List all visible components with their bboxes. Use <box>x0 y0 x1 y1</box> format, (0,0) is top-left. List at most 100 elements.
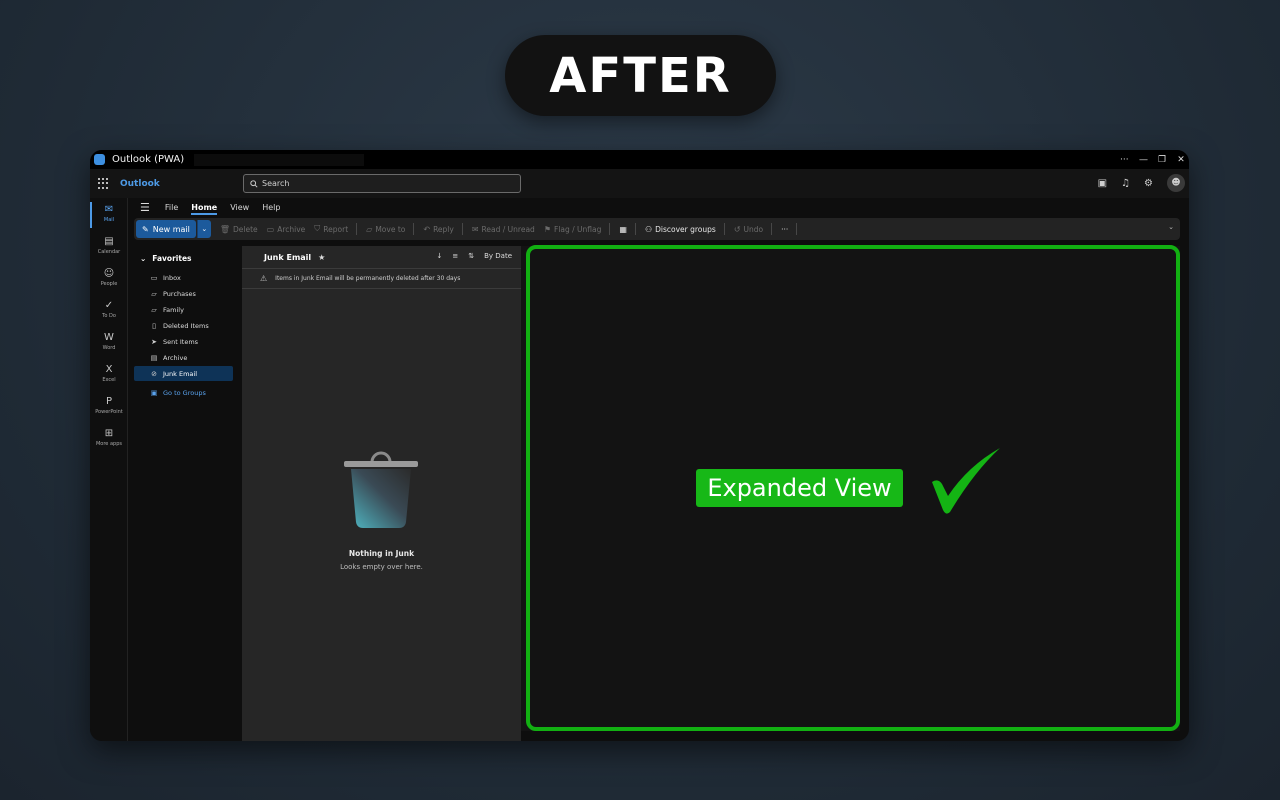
warning-icon: ⚠ <box>260 274 268 283</box>
envelope-icon: ✉ <box>471 224 479 234</box>
title-bar: Outlook (PWA) ··· — ❐ ✕ <box>90 150 1189 169</box>
trash-icon: ▯ <box>152 321 156 330</box>
delete-button[interactable]: 🗑︎ Delete <box>220 225 258 234</box>
send-icon: ➤ <box>151 337 157 346</box>
new-mail-dropdown[interactable]: ⌄ <box>196 220 211 238</box>
rail-label: To Do <box>102 313 116 319</box>
word-icon: W <box>104 332 114 343</box>
window-more-button[interactable]: ··· <box>1120 155 1129 165</box>
folder-family[interactable]: ▱ Family <box>134 302 233 317</box>
rail-item-todo[interactable]: ✓ To Do <box>90 300 128 319</box>
reply-button[interactable]: ↶ Reply <box>423 225 453 234</box>
menu-icon[interactable]: ☰ <box>140 201 150 214</box>
ribbon-collapse-icon[interactable]: ⌄ <box>1168 223 1174 231</box>
immersive-reader-button[interactable]: ▦ <box>619 225 627 234</box>
folder-pane: ⌄ Favorites ▭ Inbox ▱ Purchases ▱ Family… <box>134 246 233 741</box>
window-controls: ··· — ❐ ✕ <box>1120 150 1185 169</box>
filter-icon[interactable]: ≡ <box>452 252 458 260</box>
toolbar-divider <box>723 223 725 235</box>
app-launcher-icon[interactable] <box>98 177 110 190</box>
go-to-groups-link[interactable]: ▣ Go to Groups <box>134 385 233 400</box>
folder-inbox[interactable]: ▭ Inbox <box>134 270 233 285</box>
powerpoint-icon: P <box>105 396 113 407</box>
top-bar-actions: ▣ ♫ ⚙ ☻ <box>1098 174 1185 192</box>
rail-item-calendar[interactable]: ▤ Calendar <box>90 236 128 255</box>
notice-text: Items in Junk Email will be permanently … <box>275 275 461 282</box>
avatar[interactable]: ☻ <box>1167 174 1185 192</box>
discover-groups-button[interactable]: ⚇ Discover groups <box>645 225 716 234</box>
more-commands-button[interactable]: ··· <box>781 225 788 234</box>
folder-label: Family <box>163 305 184 314</box>
favorites-header[interactable]: ⌄ Favorites <box>140 254 192 263</box>
trash-icon: 🗑︎ <box>219 224 230 234</box>
brand-name[interactable]: Outlook <box>120 179 160 189</box>
folder-junk-email[interactable]: ⊘ Junk Email <box>134 366 233 381</box>
compose-icon: ✎ <box>142 224 149 234</box>
delete-label: Delete <box>233 224 258 234</box>
note-icon[interactable]: ▣ <box>1098 178 1107 189</box>
rail-item-people[interactable]: ☺ People <box>90 268 128 287</box>
folder-sent-items[interactable]: ➤ Sent Items <box>134 334 233 349</box>
sort-by-date[interactable]: By Date <box>484 252 512 260</box>
search-input[interactable]: Search <box>262 179 289 188</box>
reply-label: Reply <box>433 224 454 234</box>
toolbar-divider <box>796 223 798 235</box>
rail-label: Excel <box>102 377 116 383</box>
sort-icon[interactable]: ⇅ <box>468 252 474 260</box>
toolbar-divider <box>634 223 636 235</box>
move-to-button[interactable]: ▱ Move to <box>366 225 405 234</box>
report-button[interactable]: ⛉ Report <box>314 224 348 234</box>
folder-label: Purchases <box>163 289 196 298</box>
folder-purchases[interactable]: ▱ Purchases <box>134 286 233 301</box>
list-tools: ↓ ≡ ⇅ By Date <box>436 252 512 260</box>
tab-help[interactable]: Help <box>262 203 280 212</box>
rail-label: More apps <box>95 441 122 447</box>
rail-item-excel[interactable]: X Excel <box>90 364 128 383</box>
read-unread-button[interactable]: ✉ Read / Unread <box>472 225 535 234</box>
restore-button[interactable]: ❐ <box>1158 155 1166 165</box>
ribbon-tabs: ☰ File Home View Help <box>140 200 280 215</box>
folder-deleted-items[interactable]: ▯ Deleted Items <box>134 318 233 333</box>
gear-icon[interactable]: ⚙ <box>1144 178 1153 189</box>
junk-notice: ⚠ Items in Junk Email will be permanentl… <box>242 268 521 289</box>
check-icon: ✓ <box>104 300 114 311</box>
toolbar-divider <box>771 223 773 235</box>
rail-item-powerpoint[interactable]: P PowerPoint <box>90 396 128 415</box>
rail-label: Word <box>102 345 116 351</box>
reply-icon: ↶ <box>423 224 431 234</box>
undo-button[interactable]: ↺ Undo <box>734 225 763 234</box>
apps-icon: ⊞ <box>104 428 114 439</box>
calendar-icon: ▤ <box>104 236 114 247</box>
minimize-button[interactable]: — <box>1139 155 1148 165</box>
folder-icon: ▱ <box>151 305 157 314</box>
new-mail-button[interactable]: ✎ New mail <box>136 220 196 238</box>
rail-item-word[interactable]: W Word <box>90 332 128 351</box>
bell-icon[interactable]: ♫ <box>1121 178 1130 189</box>
trash-bin-illustration-icon <box>344 451 418 528</box>
app-rail: ✉ Mail ▤ Calendar ☺ People ✓ To Do W Wor… <box>90 198 128 741</box>
flag-button[interactable]: ⚑ Flag / Unflag <box>544 225 602 234</box>
window-title: Outlook (PWA) <box>112 154 185 165</box>
toolbar-divider <box>356 223 358 235</box>
folder-label: Deleted Items <box>163 321 209 330</box>
archive-button[interactable]: ▭ Archive <box>267 225 306 234</box>
tab-home[interactable]: Home <box>191 203 217 215</box>
archive-icon: ▭ <box>266 224 275 234</box>
archive-icon: ▤ <box>150 353 158 362</box>
rail-label: Calendar <box>97 249 121 255</box>
excel-icon: X <box>105 364 113 375</box>
search-box[interactable]: Search <box>243 174 521 193</box>
flag-label: Flag / Unflag <box>554 224 602 234</box>
tab-view[interactable]: View <box>230 203 249 212</box>
toolbar-divider <box>461 223 463 235</box>
tab-file[interactable]: File <box>165 203 178 212</box>
rail-item-more-apps[interactable]: ⊞ More apps <box>90 428 128 447</box>
close-button[interactable]: ✕ <box>1177 155 1185 165</box>
checkmark-icon <box>932 448 1000 514</box>
sort-direction-icon[interactable]: ↓ <box>436 252 442 260</box>
mail-icon: ✉ <box>104 204 114 215</box>
rail-item-mail[interactable]: ✉ Mail <box>90 202 128 228</box>
folder-label: Junk Email <box>163 369 198 378</box>
folder-archive[interactable]: ▤ Archive <box>134 350 233 365</box>
star-icon[interactable]: ★ <box>318 253 325 262</box>
